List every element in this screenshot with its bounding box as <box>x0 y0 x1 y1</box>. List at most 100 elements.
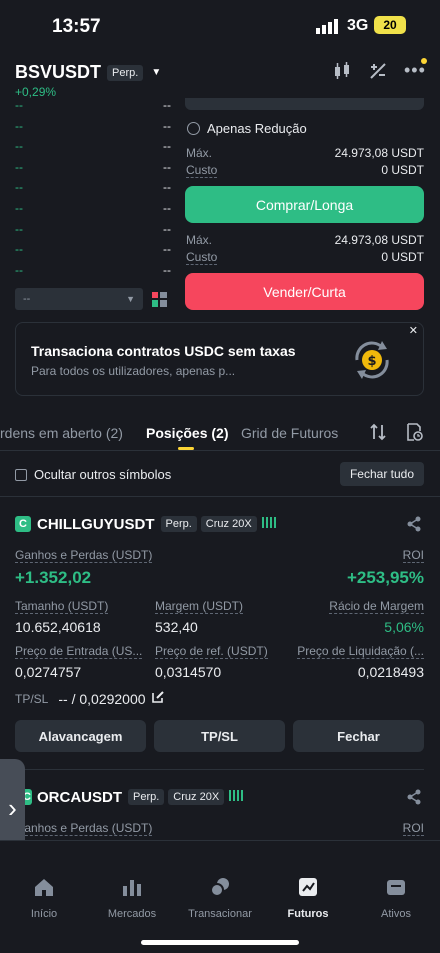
pnl-value: +1.352,02 <box>15 568 92 587</box>
buy-max-value: 24.973,08 USDT <box>334 146 424 160</box>
orderbook-row[interactable]: -- -- <box>15 242 171 256</box>
orderbook-amount: -- <box>163 242 171 257</box>
chevron-right-icon: › <box>8 792 17 823</box>
orderbook-amount: -- <box>163 159 171 174</box>
orderbook-row[interactable]: -- -- <box>15 180 171 194</box>
hide-others-label: Ocultar outros símbolos <box>34 467 172 482</box>
size-value: 10.652,40618 <box>15 619 101 635</box>
promo-banner[interactable]: Transaciona contratos USDC sem taxas Par… <box>15 322 424 396</box>
orderbook-price: -- <box>15 242 23 257</box>
nav-label: Mercados <box>107 908 157 920</box>
margin-ratio-value: 5,06% <box>384 619 424 635</box>
nav-label: Transacionar <box>188 908 252 920</box>
orderbook-layout-icon[interactable] <box>152 292 167 312</box>
order-history-icon[interactable] <box>405 423 423 446</box>
position-header[interactable]: C ORCAUSDT Perp. Cruz 20X <box>22 788 244 806</box>
margin-label: Margem (USDT) <box>155 599 244 614</box>
nav-item-home[interactable]: Início <box>4 877 84 920</box>
tab-open-orders[interactable]: rdens em aberto (2) <box>0 425 123 441</box>
orderbook-amount: -- <box>163 180 171 195</box>
orderbook-row[interactable]: -- -- <box>15 263 171 277</box>
close-icon[interactable]: ✕ <box>409 324 418 337</box>
promo-subtitle: Para todos os utilizadores, apenas p... <box>31 364 236 378</box>
orderbook-row[interactable]: -- -- <box>15 201 171 215</box>
symbol-header[interactable]: BSVUSDT Perp. ▼ +0,29% <box>15 62 161 99</box>
orderbook-amount: -- <box>163 221 171 236</box>
chevron-down-icon[interactable]: ▼ <box>151 67 161 78</box>
pnl-label: Ganhos e Perdas (USDT) <box>15 821 153 836</box>
sell-max-value: 24.973,08 USDT <box>334 233 424 247</box>
wallet-icon <box>385 877 407 902</box>
nav-label: Futuros <box>287 908 329 920</box>
mark-price-value: 0,0314570 <box>155 664 222 680</box>
hide-others-option[interactable]: Ocultar outros símbolos <box>15 467 171 482</box>
position-badge: C <box>15 516 31 532</box>
orderbook-amount: -- <box>163 98 171 112</box>
orderbook-row[interactable]: -- -- <box>15 222 171 236</box>
leverage-bars-icon <box>261 515 276 533</box>
orderbook-row[interactable]: -- -- <box>15 160 171 174</box>
tabs-divider <box>0 450 440 451</box>
battery-icon: 20 <box>374 16 406 34</box>
orderbook-row[interactable]: -- -- <box>15 139 171 153</box>
orderbook-row[interactable]: -- -- <box>15 119 171 133</box>
reduce-only-option[interactable]: Apenas Redução <box>187 121 307 136</box>
entry-price-value: 0,0274757 <box>15 664 82 680</box>
symbol-title: BSVUSDT <box>15 62 102 82</box>
nav-item-futures[interactable]: Futuros <box>268 877 348 920</box>
candlestick-chart-icon[interactable] <box>332 62 352 85</box>
position-contract-badge: Perp. <box>128 789 165 805</box>
tpsl-button[interactable]: TP/SL <box>154 720 285 752</box>
sell-max-label: Máx. <box>186 233 213 247</box>
calculator-icon[interactable] <box>369 62 387 85</box>
promo-title: Transaciona contratos USDC sem taxas <box>31 343 296 359</box>
orderbook-price: -- <box>15 262 23 277</box>
margin-ratio-label: Rácio de Margem <box>329 599 424 614</box>
position-header[interactable]: C CHILLGUYUSDT Perp. Cruz 20X <box>15 515 276 533</box>
sort-icon[interactable] <box>369 423 387 446</box>
leverage-button[interactable]: Alavancagem <box>15 720 146 752</box>
nav-item-markets[interactable]: Mercados <box>92 877 172 920</box>
tab-positions[interactable]: Posições (2) <box>146 425 228 441</box>
share-icon[interactable] <box>406 789 422 810</box>
share-icon[interactable] <box>406 516 422 537</box>
orderbook-row[interactable]: -- -- <box>15 98 171 112</box>
tab-futures-grid[interactable]: Grid de Futuros <box>241 425 338 441</box>
roi-label: ROI <box>402 548 424 563</box>
chevron-down-icon: ▼ <box>126 294 135 304</box>
tpsl-row: TP/SL -- / 0,0292000 <box>15 690 165 708</box>
position-card: C ORCAUSDT Perp. Cruz 20X Ganhos e Perda… <box>0 770 440 840</box>
size-label: Tamanho (USDT) <box>15 599 109 614</box>
close-position-button[interactable]: Fechar <box>293 720 424 752</box>
buy-cost-value: 0 USDT <box>381 163 424 177</box>
reduce-only-radio[interactable] <box>187 122 200 135</box>
orderbook-amount: -- <box>163 262 171 277</box>
buy-max-label: Máx. <box>186 146 213 160</box>
position-margin-mode-badge: Cruz 20X <box>168 789 225 805</box>
hide-others-checkbox[interactable] <box>15 468 27 481</box>
signal-icon <box>316 18 340 34</box>
orderbook-amount: -- <box>163 139 171 154</box>
close-all-button[interactable]: Fechar tudo <box>340 462 424 486</box>
nav-item-wallet[interactable]: Ativos <box>356 877 436 920</box>
orderbook-price: -- <box>15 159 23 174</box>
buy-cost-label: Custo <box>186 163 218 178</box>
reduce-only-label: Apenas Redução <box>207 121 307 136</box>
tpsl-label: TP/SL <box>15 692 49 706</box>
input-edge <box>185 98 424 110</box>
liq-price-value: 0,0218493 <box>357 664 424 680</box>
coin-exchange-icon: $ <box>349 337 395 388</box>
roi-label: ROI <box>402 821 424 836</box>
home-indicator <box>141 940 299 945</box>
depth-select[interactable]: -- ▼ <box>15 288 143 310</box>
sell-short-button[interactable]: Vender/Curta <box>185 273 424 310</box>
bottom-nav: Início Mercados Transacionar Futuros Ativos <box>0 840 440 953</box>
orderbook-price: -- <box>15 221 23 236</box>
battery-level: 20 <box>383 18 397 32</box>
depth-select-value: -- <box>23 293 31 305</box>
nav-item-trade[interactable]: Transacionar <box>180 877 260 920</box>
position-card: C CHILLGUYUSDT Perp. Cruz 20X Ganhos e P… <box>0 497 440 769</box>
edit-icon[interactable] <box>151 690 165 708</box>
buy-long-button[interactable]: Comprar/Longa <box>185 186 424 223</box>
network-label: 3G <box>347 17 369 34</box>
